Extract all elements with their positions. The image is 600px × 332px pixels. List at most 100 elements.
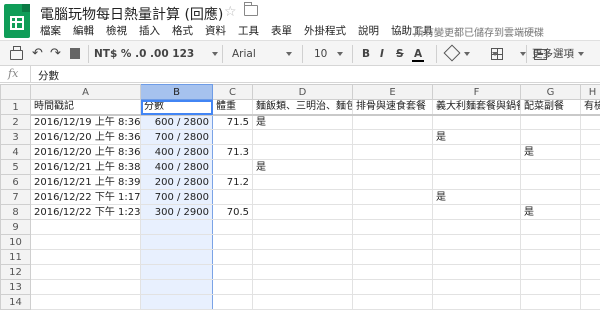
cell[interactable]: 400 / 2800 — [140, 159, 213, 175]
row-number[interactable]: 12 — [0, 264, 31, 280]
menu-data[interactable]: 資料 — [205, 23, 226, 38]
cell[interactable] — [212, 264, 253, 280]
cell[interactable] — [352, 159, 433, 175]
cell[interactable] — [580, 129, 600, 145]
cell[interactable]: 排骨與速食套餐 — [352, 99, 433, 116]
menu-addons[interactable]: 外掛程式 — [304, 23, 346, 38]
cell[interactable]: 有檢 — [580, 99, 600, 116]
cell[interactable] — [580, 279, 600, 295]
cell[interactable] — [352, 114, 433, 130]
cell[interactable]: 2016/12/19 上午 8:36:06 — [30, 114, 141, 130]
cell[interactable] — [140, 234, 213, 250]
cell[interactable]: 是 — [520, 144, 581, 160]
menu-file[interactable]: 檔案 — [40, 23, 61, 38]
cell[interactable] — [212, 294, 253, 310]
cell[interactable] — [252, 174, 353, 190]
cell[interactable]: 2016/12/20 上午 8:36:22 — [30, 129, 141, 145]
sheets-logo[interactable] — [4, 4, 30, 38]
bold-button[interactable]: B — [362, 46, 370, 62]
row-number[interactable]: 2 — [0, 114, 31, 130]
cell[interactable]: 2016/12/22 下午 1:23:47 — [30, 204, 141, 220]
cell[interactable]: 配菜副餐 — [520, 99, 581, 116]
cell[interactable] — [432, 294, 521, 310]
row-number[interactable]: 4 — [0, 144, 31, 160]
menu-format[interactable]: 格式 — [172, 23, 193, 38]
cell[interactable] — [140, 279, 213, 295]
row-number[interactable]: 7 — [0, 189, 31, 205]
cell[interactable] — [30, 234, 141, 250]
row-number[interactable]: 13 — [0, 279, 31, 295]
column-header-a[interactable]: A — [30, 84, 141, 100]
cell[interactable]: 600 / 2800 — [140, 114, 213, 130]
italic-button[interactable]: I — [380, 46, 384, 62]
cell[interactable]: 71.2 — [212, 174, 253, 190]
fill-color-dropdown-icon[interactable] — [460, 46, 470, 62]
cell[interactable] — [520, 294, 581, 310]
cell[interactable] — [520, 189, 581, 205]
cell[interactable] — [252, 264, 353, 280]
save-status[interactable]: 所有變更都已儲存到雲端硬碟 — [414, 24, 544, 39]
cell[interactable]: 時間戳記 — [30, 99, 141, 116]
cell[interactable]: 是 — [252, 159, 353, 175]
fill-color-icon[interactable] — [443, 44, 461, 62]
cell[interactable]: 71.3 — [212, 144, 253, 160]
cell[interactable] — [580, 219, 600, 235]
cell[interactable] — [520, 264, 581, 280]
cell[interactable] — [520, 279, 581, 295]
cell[interactable]: 700 / 2800 — [140, 129, 213, 145]
menu-insert[interactable]: 插入 — [139, 23, 160, 38]
cell[interactable] — [520, 219, 581, 235]
folder-icon[interactable] — [244, 2, 258, 16]
cell[interactable] — [352, 174, 433, 190]
cell[interactable] — [352, 234, 433, 250]
print-icon[interactable] — [10, 46, 23, 60]
cell[interactable] — [212, 219, 253, 235]
cell[interactable]: 400 / 2800 — [140, 144, 213, 160]
row-number[interactable]: 14 — [0, 294, 31, 310]
document-title[interactable]: 電腦玩物每日熱量計算 (回應) — [40, 4, 223, 24]
cell[interactable] — [352, 129, 433, 145]
cell[interactable] — [212, 249, 253, 265]
cell[interactable] — [30, 294, 141, 310]
menu-form[interactable]: 表單 — [271, 23, 292, 38]
cell[interactable] — [432, 249, 521, 265]
cell[interactable] — [212, 189, 253, 205]
cell[interactable] — [140, 219, 213, 235]
cell[interactable] — [252, 219, 353, 235]
cell[interactable] — [520, 129, 581, 145]
cell[interactable] — [30, 249, 141, 265]
cell[interactable]: 700 / 2800 — [140, 189, 213, 205]
cell[interactable] — [432, 159, 521, 175]
cell[interactable] — [140, 294, 213, 310]
cell[interactable] — [30, 264, 141, 280]
more-options-button[interactable]: 更多選項 — [532, 46, 584, 62]
row-number[interactable]: 3 — [0, 129, 31, 145]
cell[interactable] — [212, 159, 253, 175]
cell[interactable] — [580, 249, 600, 265]
cell[interactable]: 是 — [432, 129, 521, 145]
cell[interactable] — [432, 144, 521, 160]
cell[interactable] — [580, 189, 600, 205]
cell[interactable] — [252, 204, 353, 220]
cell[interactable] — [30, 279, 141, 295]
cell[interactable] — [580, 204, 600, 220]
cell[interactable] — [580, 174, 600, 190]
cell[interactable] — [140, 264, 213, 280]
select-all-corner[interactable] — [0, 84, 31, 100]
number-format-buttons[interactable]: NT$ % .0 .00 123 — [94, 46, 194, 62]
menu-help[interactable]: 說明 — [358, 23, 379, 38]
cell[interactable]: 70.5 — [212, 204, 253, 220]
cell[interactable] — [580, 294, 600, 310]
cell[interactable] — [30, 219, 141, 235]
cell[interactable] — [580, 264, 600, 280]
number-format-dropdown-icon[interactable] — [208, 46, 218, 62]
cell[interactable]: 2016/12/22 下午 1:17:42 — [30, 189, 141, 205]
undo-icon[interactable]: ↶ — [32, 46, 43, 62]
cell[interactable] — [252, 234, 353, 250]
formula-input[interactable]: 分數 — [38, 68, 59, 83]
strikethrough-button[interactable]: S — [396, 46, 404, 62]
menu-tools[interactable]: 工具 — [238, 23, 259, 38]
cell[interactable]: 300 / 2900 — [140, 204, 213, 220]
paint-format-icon[interactable] — [70, 48, 80, 59]
column-header-d[interactable]: D — [252, 84, 353, 100]
